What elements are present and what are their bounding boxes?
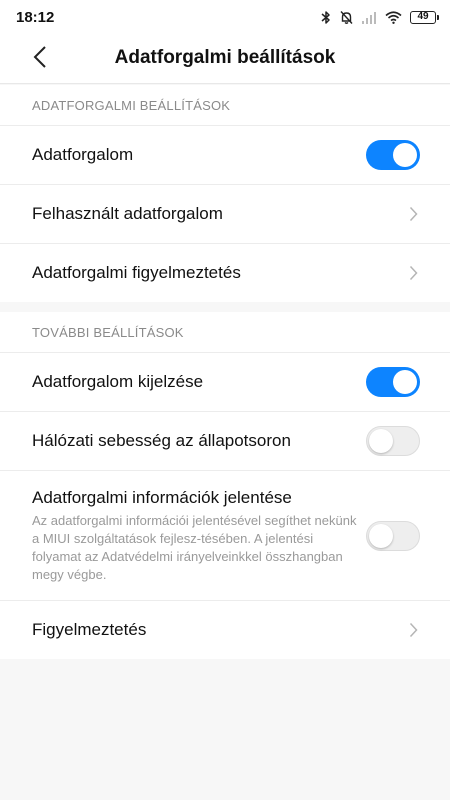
row-warning[interactable]: Figyelmeztetés (0, 600, 450, 659)
data-traffic-toggle[interactable] (366, 140, 420, 170)
report-data-info-toggle[interactable] (366, 520, 420, 551)
network-speed-toggle[interactable] (366, 426, 420, 456)
toggle-knob (393, 143, 417, 167)
row-label: Adatforgalom kijelzése (32, 372, 204, 391)
wifi-icon (385, 10, 402, 24)
section-header: ADATFORGALMI BEÁLLÍTÁSOK (32, 97, 231, 113)
row-data-warning[interactable]: Adatforgalmi figyelmeztetés (0, 243, 450, 302)
toggle-knob (369, 523, 393, 548)
row-report-data-info[interactable]: Adatforgalmi információk jelentése Az ad… (0, 470, 450, 600)
row-data-traffic[interactable]: Adatforgalom (0, 125, 450, 184)
show-data-usage-toggle[interactable] (366, 367, 420, 397)
row-show-data-usage[interactable]: Adatforgalom kijelzése (0, 352, 450, 411)
row-label: Adatforgalmi figyelmeztetés (32, 263, 241, 282)
status-icons: 49 (321, 10, 439, 25)
section-data-settings: ADATFORGALMI BEÁLLÍTÁSOK Adatforgalom Fe… (0, 85, 450, 302)
header: Adatforgalmi beállítások (0, 34, 450, 84)
toggle-knob (369, 429, 393, 453)
row-network-speed[interactable]: Hálózati sebesség az állapotsoron (0, 411, 450, 470)
battery-icon: 49 (410, 10, 439, 24)
signal-icon (362, 11, 377, 24)
status-bar: 18:12 49 (0, 0, 450, 34)
row-label: Felhasznált adatforgalom (32, 204, 223, 223)
bell-off-icon (339, 10, 354, 25)
bluetooth-icon (321, 10, 331, 25)
page-title: Adatforgalmi beállítások (114, 47, 336, 68)
toggle-knob (393, 370, 417, 394)
row-description: Az adatforgalmi információi jelentésével… (32, 512, 357, 582)
row-label: Hálózati sebesség az állapotsoron (32, 431, 291, 450)
status-time: 18:12 (16, 8, 55, 26)
section-more-settings: TOVÁBBI BEÁLLÍTÁSOK Adatforgalom kijelzé… (0, 312, 450, 659)
chevron-right-icon (409, 265, 418, 281)
row-label: Adatforgalmi információk jelentése (32, 487, 292, 507)
row-used-data[interactable]: Felhasznált adatforgalom (0, 184, 450, 243)
chevron-right-icon (409, 206, 418, 222)
row-label: Figyelmeztetés (32, 620, 147, 639)
row-label: Adatforgalom (32, 145, 134, 164)
section-header: TOVÁBBI BEÁLLÍTÁSOK (32, 324, 184, 340)
chevron-right-icon (409, 622, 418, 638)
